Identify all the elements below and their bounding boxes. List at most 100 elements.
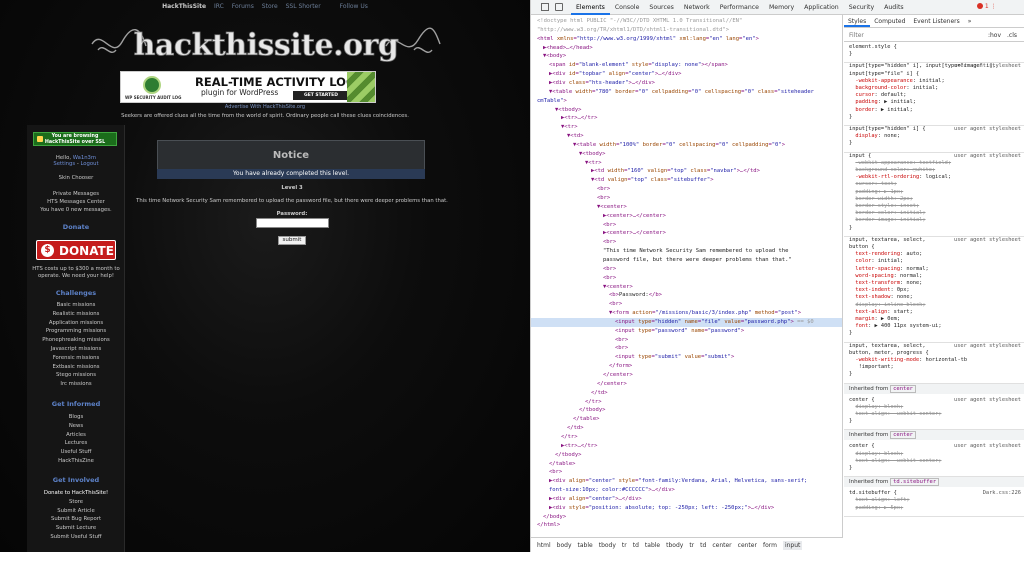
challenge-link-realistic-missions[interactable]: Realistic missions	[27, 311, 125, 317]
style-rule[interactable]: user agent stylesheet center { display: b…	[844, 397, 1024, 431]
dom-node[interactable]: ▼<tbody>	[537, 150, 606, 159]
style-rule[interactable]: element.style {}	[844, 44, 1024, 64]
informed-link-useful-stuff[interactable]: Useful Stuff	[27, 449, 125, 455]
dom-node[interactable]: </html>	[537, 521, 560, 530]
rule-source[interactable]: user agent stylesheet	[954, 443, 1021, 450]
involved-link-donate-to-hackthissite[interactable]: Donate to HackThisSite!	[27, 490, 125, 496]
dom-node[interactable]: ▼<tr>	[537, 159, 602, 168]
dom-node[interactable]: </td>	[537, 389, 608, 398]
breadcrumb-form[interactable]: form	[763, 542, 777, 549]
informed-link-hackthiszine[interactable]: HackThisZine	[27, 458, 125, 464]
breadcrumb-table[interactable]: table	[578, 542, 593, 549]
challenge-link-programming-missions[interactable]: Programming missions	[27, 328, 125, 334]
rule-source[interactable]: user agent stylesheet	[954, 153, 1021, 160]
involved-link-submit-useful-stuff[interactable]: Submit Useful Stuff	[27, 534, 125, 540]
inherited-selector-chip[interactable]: td.sitebuffer	[890, 478, 940, 487]
dom-node[interactable]: </tbody>	[537, 406, 606, 415]
breadcrumb-body[interactable]: body	[557, 542, 572, 549]
dom-node[interactable]: ▼<td>	[537, 132, 584, 141]
nav-link-url-shorter[interactable]: SSL Shorter	[286, 3, 321, 10]
devtools-tab-application[interactable]: Application	[799, 0, 844, 15]
involved-link-store[interactable]: Store	[27, 499, 125, 505]
dom-node[interactable]: ▶<tr>…</tr>	[537, 114, 597, 123]
password-input[interactable]	[256, 218, 329, 228]
style-rule[interactable]: user agent stylesheet input[type="hidden"…	[844, 126, 1024, 153]
hov-toggle[interactable]: :hov	[988, 29, 1001, 42]
dom-node[interactable]: ▼<body>	[537, 52, 566, 61]
breadcrumb-input[interactable]: input	[782, 541, 803, 550]
dom-node[interactable]: ▶<div align="center">…</div>	[537, 495, 642, 504]
logout-link[interactable]: Logout	[80, 161, 98, 167]
nav-link-irc[interactable]: IRC	[214, 3, 224, 10]
dom-node[interactable]: <span id="blank-element" style="display:…	[537, 61, 728, 70]
style-rule[interactable]: user agent stylesheet input { -webkit-app…	[844, 153, 1024, 237]
challenge-link-extbasic-missions[interactable]: Extbasic missions	[27, 364, 125, 370]
dom-node[interactable]: ▶<div class="hts-header">…</div>	[537, 79, 655, 88]
dom-node[interactable]: ▶<head>…</head>	[537, 44, 593, 53]
involved-link-submit-lecture[interactable]: Submit Lecture	[27, 525, 125, 531]
dom-node[interactable]: <br>	[537, 344, 628, 353]
dom-node[interactable]: <br>	[537, 194, 610, 203]
dom-node[interactable]: </center>	[537, 380, 627, 389]
dom-node[interactable]: ▶<tr>…</tr>	[537, 442, 597, 451]
messages-center-link[interactable]: HTS Messages Center	[27, 199, 125, 205]
devtools-tab-security[interactable]: Security	[844, 0, 879, 15]
styles-tab-computed[interactable]: Computed	[870, 15, 909, 27]
inherited-selector-chip[interactable]: center	[890, 384, 916, 393]
dom-node[interactable]: ▼<tr>	[537, 123, 578, 132]
breadcrumb-table[interactable]: table	[645, 542, 660, 549]
breadcrumb-tr[interactable]: tr	[689, 542, 694, 549]
breadcrumb-td[interactable]: td	[700, 542, 706, 549]
breadcrumb-tr[interactable]: tr	[622, 542, 627, 549]
challenge-link-phonephreaking-missions[interactable]: Phonephreaking missions	[27, 337, 125, 343]
devtools-tab-audits[interactable]: Audits	[879, 0, 908, 15]
breadcrumb-html[interactable]: html	[537, 542, 551, 549]
advertise-link[interactable]: Advertise With HackThisSite.org	[0, 104, 530, 110]
dom-node[interactable]: <!doctype html PUBLIC "-//W3C//DTD XHTML…	[537, 17, 742, 26]
private-messages-link[interactable]: Private Messages	[27, 191, 125, 197]
informed-link-lectures[interactable]: Lectures	[27, 440, 125, 446]
dom-node[interactable]: "This time Network Security Sam remember…	[537, 247, 788, 256]
rule-source[interactable]: user agent stylesheet	[954, 397, 1021, 404]
dom-node[interactable]: <html xmlns="http://www.w3.org/1999/xhtm…	[537, 35, 759, 44]
dom-node[interactable]: ▼<form action="/missions/basic/3/index.p…	[537, 309, 801, 318]
dom-node[interactable]: </table>	[537, 460, 576, 469]
breadcrumb-center[interactable]: center	[738, 542, 757, 549]
dom-node[interactable]: </center>	[537, 371, 633, 380]
challenge-link-application-missions[interactable]: Application missions	[27, 320, 125, 326]
styles-tab-event-listeners[interactable]: Event Listeners	[909, 15, 963, 27]
dom-node[interactable]: ▶<div style="position: absolute; top: -2…	[537, 504, 774, 513]
involved-link-submit-article[interactable]: Submit Article	[27, 508, 125, 514]
dom-node[interactable]: <br>	[537, 468, 562, 477]
dom-node-selected[interactable]: <input type="hidden" name="file" value="…	[531, 317, 842, 327]
dom-node[interactable]: ▼<center>	[537, 203, 627, 212]
breadcrumb-td[interactable]: td	[633, 542, 639, 549]
devtools-tab-memory[interactable]: Memory	[764, 0, 799, 15]
dom-node[interactable]: <b>Password:</b>	[537, 291, 662, 300]
dom-node[interactable]: ▶<center>…</center>	[537, 212, 666, 221]
dom-node[interactable]: cmTable">	[537, 97, 567, 106]
devtools-tab-console[interactable]: Console	[610, 0, 645, 15]
advertisement-banner[interactable]: WP SECURITY AUDIT LOG REAL-TIME ACTIVITY…	[120, 71, 376, 103]
breadcrumb-center[interactable]: center	[712, 542, 731, 549]
rule-source[interactable]: user agent stylesheet	[954, 63, 1021, 70]
dom-node[interactable]: ▼<center>	[537, 283, 633, 292]
dom-node[interactable]: <br>	[537, 221, 616, 230]
dom-node[interactable]: <br>	[537, 300, 622, 309]
dom-node[interactable]: </form>	[537, 362, 632, 371]
dom-node[interactable]: ▼<table width="780" border="0" cellpaddi…	[537, 88, 814, 97]
challenge-link-irc-missions[interactable]: Irc missions	[27, 381, 125, 387]
error-counter[interactable]: 1 ⋮	[977, 3, 997, 10]
nav-link-follow-us[interactable]: Follow Us	[340, 3, 368, 10]
rule-source[interactable]: user agent stylesheet	[954, 126, 1021, 133]
informed-link-news[interactable]: News	[27, 423, 125, 429]
rule-source[interactable]: Dark.css:226	[983, 490, 1021, 497]
dom-node[interactable]: ▼<tbody>	[537, 106, 582, 115]
dom-node[interactable]: </tbody>	[537, 451, 582, 460]
dom-node[interactable]: password file, but there were deeper pro…	[537, 256, 792, 265]
cls-toggle[interactable]: .cls	[1007, 29, 1017, 42]
challenge-link-stego-missions[interactable]: Stego missions	[27, 372, 125, 378]
style-rule[interactable]: user agent stylesheet input, textarea, se…	[844, 237, 1024, 343]
devtools-tab-sources[interactable]: Sources	[644, 0, 678, 15]
style-rule[interactable]: user agent stylesheet center { display: b…	[844, 443, 1024, 478]
